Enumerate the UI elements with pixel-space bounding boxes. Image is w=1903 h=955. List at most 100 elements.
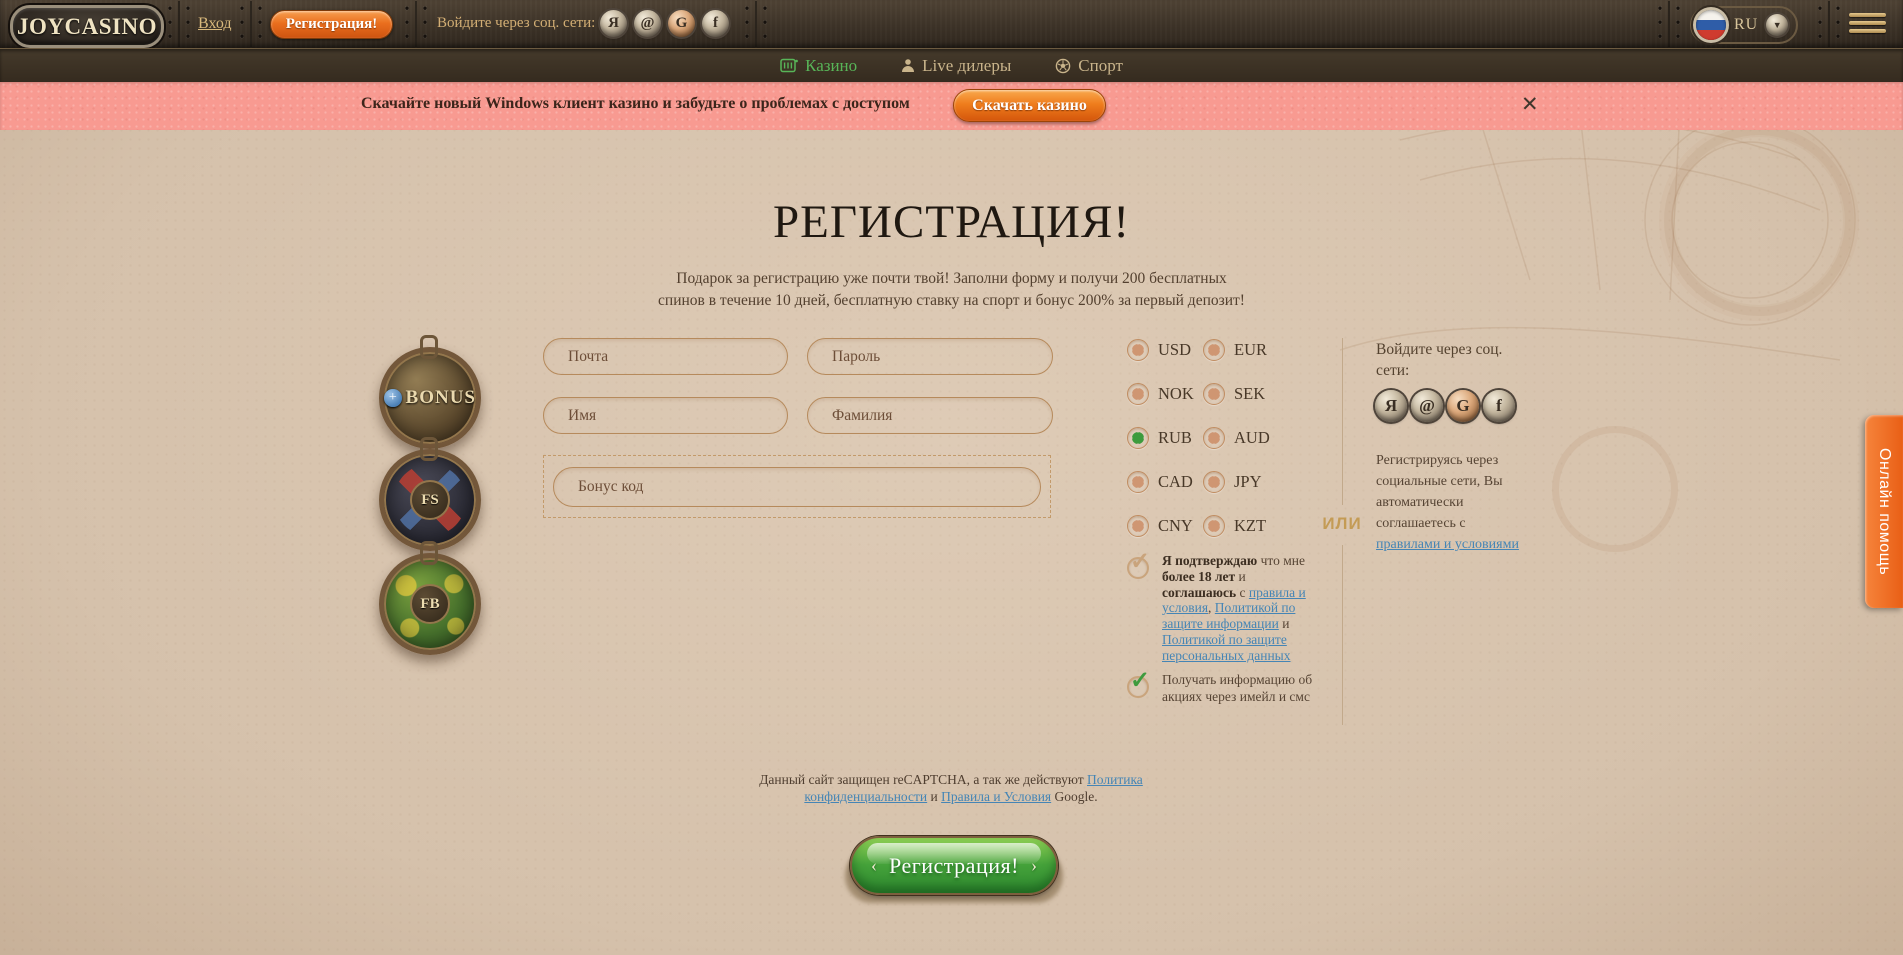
currency-option-aud[interactable]: AUD [1203,427,1279,471]
joycasino-logo[interactable]: JOYCASINO [10,5,164,48]
nav-tab-live-dealers[interactable]: Live дилеры [901,56,1011,76]
badge-chain-link [420,437,438,461]
menu-icon[interactable] [1849,13,1886,37]
register-button[interactable]: Регистрация! [270,10,393,39]
nav-label: Казино [805,56,857,76]
agree-bold: Я подтверждаю [1162,553,1257,568]
google-letter: G [676,15,688,32]
rivet-seam [178,1,180,47]
free-bet-badge: FB [379,553,481,655]
bonus-code-input[interactable] [553,467,1041,507]
topbar-social-icons: Я @ G f [600,10,729,37]
main-nav: Казино Live дилеры Спорт [0,48,1903,82]
badge-label: FB [410,584,450,624]
subtitle-line-2: спинов в течение 10 дней, бесплатную ста… [658,292,1245,309]
currency-code: CAD [1158,471,1193,492]
nav-tab-sport[interactable]: Спорт [1055,56,1123,76]
mailru-icon[interactable]: @ [634,10,661,37]
checkmark-icon: ✓ [1130,550,1150,574]
submit-registration-button[interactable]: ‹ Регистрация! › [850,836,1058,895]
login-link[interactable]: Вход [198,15,232,33]
russia-flag-icon [1696,10,1726,40]
age-confirm-text: Я подтверждаю что мне более 18 лет и сог… [1162,553,1315,664]
promo-optin-text: Получать информацию об акциях через имей… [1162,672,1315,705]
mailru-letter: @ [641,15,655,32]
language-code: RU [1734,16,1758,34]
slot-machine-icon [780,58,798,73]
right-arrow-icon: › [1031,855,1037,876]
rivet-seam [755,1,757,47]
first-name-input[interactable] [543,397,788,434]
last-name-input[interactable] [807,397,1053,434]
currency-option-rub-selected[interactable]: RUB [1127,427,1203,471]
download-banner: Скачайте новый Windows клиент казино и з… [0,81,1903,130]
radio-icon [1203,383,1225,405]
badge-chain-link [420,335,438,359]
currency-option-eur[interactable]: EUR [1203,339,1279,383]
nav-label: Live дилеры [922,56,1011,76]
language-selector[interactable]: RU ▼ [1690,6,1798,44]
radio-icon [1127,515,1149,537]
close-icon[interactable]: ✕ [1521,92,1539,117]
age-confirm-checkbox[interactable]: ✓ [1127,557,1149,579]
plus-icon: + [384,389,402,407]
arrow-glyph: ▼ [1773,20,1782,30]
facebook-letter: f [713,15,718,32]
subtitle-line-1: Подарок за регистрацию уже почти твой! З… [676,270,1226,287]
badge-label: FS [410,480,450,520]
soccer-ball-icon [1055,58,1071,74]
radio-icon-selected [1127,427,1149,449]
coffee-stain-decoration [1552,426,1678,552]
logo-text: JOYCASINO [17,14,157,40]
badge-label: BONUS [406,387,476,409]
terms-of-service-link[interactable]: Правила и Условия [941,789,1051,804]
currency-option-cad[interactable]: CAD [1127,471,1203,515]
badge-chain-link [420,541,438,565]
personal-data-policy-link[interactable]: Политикой по защите персональных данных [1162,632,1291,663]
radio-icon [1127,471,1149,493]
or-label: ИЛИ [1302,514,1382,534]
currency-code: KZT [1234,515,1266,536]
facebook-icon[interactable]: f [702,10,729,37]
nav-tab-casino[interactable]: Казино [780,56,857,76]
social-login-label: Войдите через соц. сети: [437,15,595,32]
radio-icon [1203,339,1225,361]
vertical-divider [1342,545,1343,725]
facebook-letter: f [1496,396,1502,416]
recaptcha-note: Данный сайт защищен reCAPTCHA, а так же … [758,772,1144,805]
mailru-letter: @ [1419,396,1435,416]
currency-option-sek[interactable]: SEK [1203,383,1279,427]
currency-option-usd[interactable]: USD [1127,339,1203,383]
social-column-label: Войдите через соц. сети: [1376,339,1516,381]
agree-bold: более 18 лет [1162,569,1235,584]
facebook-icon[interactable]: f [1483,390,1515,422]
currency-code: RUB [1158,427,1192,448]
chevron-down-icon[interactable]: ▼ [1766,14,1788,36]
radio-icon [1127,383,1149,405]
submit-label: Регистрация! [889,853,1019,879]
social-agree-text: Регистрируясь через социальные сети, Вы … [1376,450,1524,555]
radio-icon [1203,427,1225,449]
currency-option-jpy[interactable]: JPY [1203,471,1279,515]
promo-optin-checkbox[interactable]: ✓ [1127,676,1149,698]
currency-code: EUR [1234,339,1267,360]
email-input[interactable] [543,338,788,375]
password-input[interactable] [807,338,1053,375]
google-icon[interactable]: G [668,10,695,37]
yandex-icon[interactable]: Я [1375,390,1407,422]
nav-label: Спорт [1078,56,1123,76]
online-help-tab[interactable]: Онлайн помощь [1865,415,1903,608]
social-terms-link[interactable]: правилами и условиями [1376,537,1519,552]
free-spins-badge: FS [379,449,481,551]
radio-icon [1127,339,1149,361]
google-icon[interactable]: G [1447,390,1479,422]
checkmark-icon: ✓ [1130,669,1150,693]
social-column-icons: Я @ G f [1375,390,1515,422]
download-casino-button[interactable]: Скачать казино [953,89,1106,122]
dealer-person-icon [901,58,915,73]
currency-option-nok[interactable]: NOK [1127,383,1203,427]
mailru-icon[interactable]: @ [1411,390,1443,422]
yandex-icon[interactable]: Я [600,10,627,37]
currency-code: SEK [1234,383,1265,404]
page-title: РЕГИСТРАЦИЯ! [0,196,1903,248]
